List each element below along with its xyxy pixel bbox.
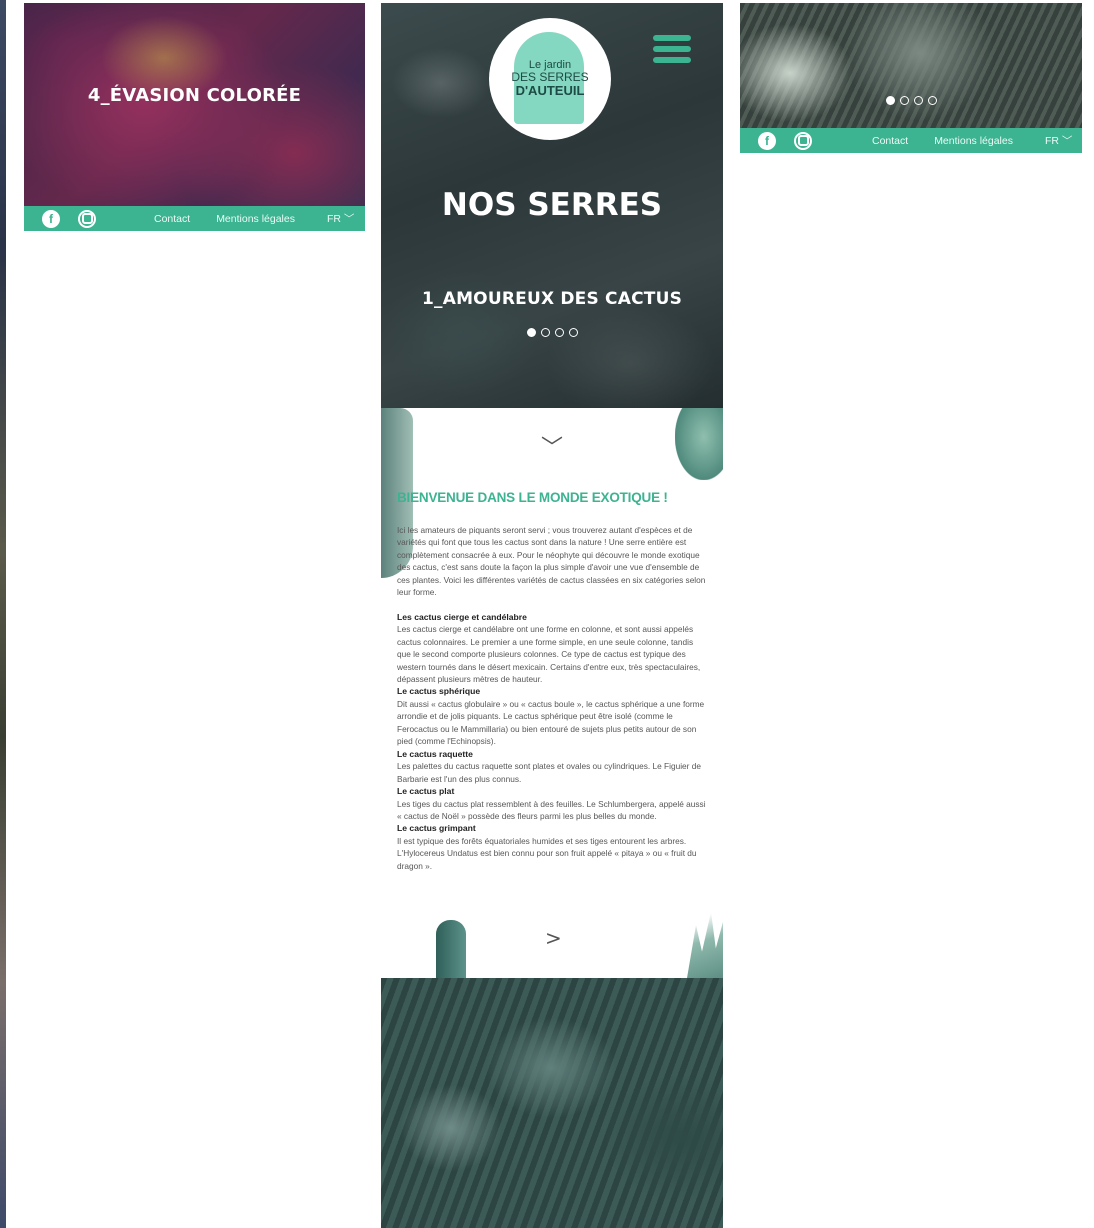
aloe-decoration (687, 912, 723, 978)
slide-title: 4_ÉVASION COLORÉE (87, 85, 302, 106)
slide-title: 1_AMOUREUX DES CACTUS (421, 289, 683, 309)
cactus-photo (381, 978, 723, 1228)
mobile-screen-cactus: f Contact Mentions légales FR ﹀ (740, 3, 1082, 153)
instagram-icon[interactable] (78, 209, 96, 228)
subheading: Le cactus plat (397, 786, 455, 797)
site-logo[interactable]: Le jardin DES SERRES D'AUTEUIL (489, 18, 611, 140)
subheading: Le cactus raquette (397, 748, 473, 759)
facebook-icon[interactable]: f (42, 209, 60, 228)
subheading: Le cactus grimpant (397, 823, 476, 834)
paragraph: Les palettes du cactus raquette sont pla… (397, 761, 701, 784)
cactus-decoration (436, 920, 466, 978)
legal-link[interactable]: Mentions légales (934, 135, 1013, 147)
hero-cactus-image: Le jardin DES SERRES D'AUTEUIL NOS SERRE… (381, 3, 723, 408)
carousel-dot[interactable] (568, 328, 578, 337)
paragraph: Dit aussi « cactus globulaire » ou « cac… (397, 698, 705, 747)
paragraph: Les cactus cierge et candélabre ont une … (397, 624, 701, 684)
facebook-icon[interactable]: f (758, 131, 776, 150)
mobile-screen-evasion: 4_ÉVASION COLORÉE f Contact Mentions lég… (24, 3, 365, 231)
contact-link[interactable]: Contact (872, 135, 908, 147)
logo-text: Le jardin DES SERRES D'AUTEUIL (511, 59, 588, 99)
contact-link[interactable]: Contact (154, 213, 190, 225)
chevron-right-icon[interactable]: > (545, 928, 562, 948)
paragraph: Il est typique des forêts équatoriales h… (397, 835, 697, 871)
legal-link[interactable]: Mentions légales (216, 213, 295, 225)
carousel-dot[interactable] (899, 96, 909, 105)
language-selector[interactable]: FR ﹀ (327, 211, 354, 226)
footer-bar: f Contact Mentions légales FR ﹀ (24, 206, 365, 231)
hamburger-menu-icon[interactable] (653, 35, 691, 63)
carousel-dot[interactable] (885, 96, 895, 105)
footer-bar: f Contact Mentions légales FR ﹀ (740, 128, 1082, 153)
content-section: ﹀ BIENVENUE DANS LE MONDE EXOTIQUE ! Ici… (381, 408, 723, 978)
subheading: Le cactus sphérique (397, 686, 481, 697)
carousel-dot[interactable] (927, 96, 937, 105)
carousel-dot[interactable] (554, 328, 564, 337)
paragraph: Les tiges du cactus plat ressemblent à d… (397, 798, 706, 821)
language-selector[interactable]: FR ﹀ (1045, 133, 1072, 148)
article-text: Ici les amateurs de piquants seront serv… (397, 524, 709, 872)
cactus-background-image (740, 3, 1082, 128)
section-heading: BIENVENUE DANS LE MONDE EXOTIQUE ! (397, 490, 668, 505)
carousel-dot[interactable] (540, 328, 550, 337)
logo-line-3: D'AUTEUIL (515, 83, 585, 99)
intro-paragraph: Ici les amateurs de piquants seront serv… (397, 525, 706, 598)
instagram-icon[interactable] (794, 131, 812, 150)
mobile-screen-nos-serres: Le jardin DES SERRES D'AUTEUIL NOS SERRE… (381, 3, 723, 1228)
carousel-dots (740, 96, 1082, 105)
page-title: NOS SERRES (441, 187, 663, 223)
cactus-decoration (675, 408, 723, 480)
subheading: Les cactus cierge et candélabre (397, 611, 527, 622)
chevron-down-icon[interactable]: ﹀ (541, 438, 563, 460)
carousel-dots (381, 328, 723, 337)
carousel-dot[interactable] (913, 96, 923, 105)
carousel-dot[interactable] (526, 328, 536, 337)
background-strip (0, 0, 6, 1228)
